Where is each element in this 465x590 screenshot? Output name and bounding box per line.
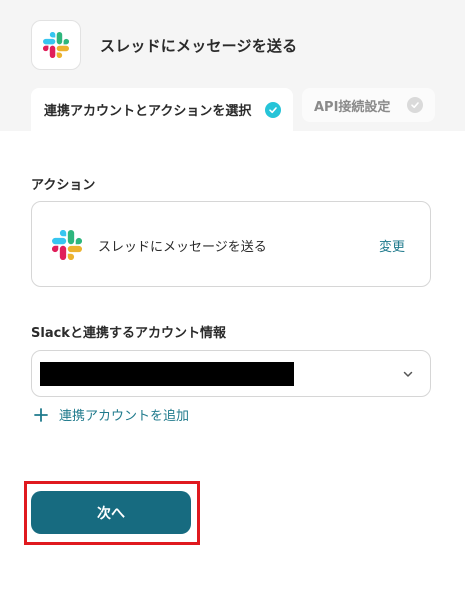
slack-logo-icon: [52, 230, 82, 260]
redacted-account-value: [40, 362, 294, 386]
tab-account-action[interactable]: 連携アカウントとアクションを選択: [31, 88, 293, 131]
tab-label: 連携アカウントとアクションを選択: [44, 104, 252, 119]
tab-api-settings[interactable]: API接続設定: [302, 88, 435, 122]
account-section-label: Slackと連携するアカウント情報: [31, 326, 226, 341]
tab-label: API接続設定: [314, 99, 391, 115]
slack-logo-svg: [43, 32, 69, 58]
account-select[interactable]: [31, 350, 431, 397]
page-title: スレッドにメッセージを送る: [100, 37, 298, 55]
add-account-link[interactable]: 連携アカウントを追加: [34, 405, 189, 424]
check-circle-icon: [265, 101, 281, 118]
action-section-label: アクション: [31, 178, 96, 193]
next-button[interactable]: 次へ: [31, 491, 191, 534]
action-card: スレッドにメッセージを送る 変更: [31, 201, 431, 287]
slack-logo-icon: [31, 20, 81, 70]
chevron-down-icon: [403, 371, 413, 377]
add-account-label: 連携アカウントを追加: [59, 409, 190, 424]
check-circle-icon: [407, 97, 423, 113]
change-action-link[interactable]: 変更: [379, 236, 405, 255]
action-name: スレッドにメッセージを送る: [98, 240, 267, 255]
plus-icon: [34, 407, 48, 422]
